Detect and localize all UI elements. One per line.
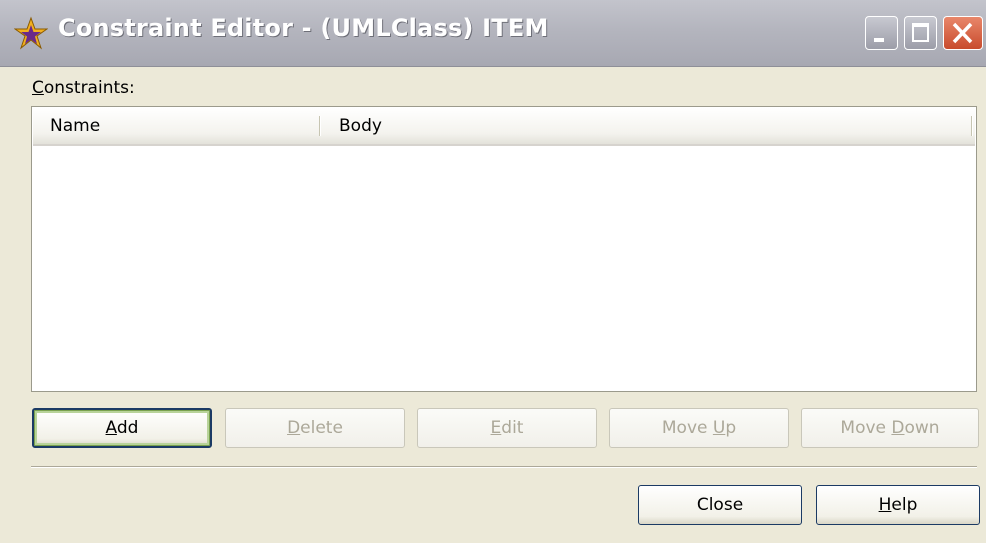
- close-button[interactable]: Close: [638, 485, 802, 525]
- column-divider[interactable]: [319, 116, 321, 136]
- move-up-button[interactable]: Move Up: [609, 408, 789, 448]
- move-up-button-text-end: p: [725, 418, 737, 438]
- move-down-button[interactable]: Move Down: [801, 408, 979, 448]
- constraints-label: Constraints:: [32, 78, 135, 98]
- help-button[interactable]: Help: [816, 485, 980, 525]
- help-button-mnemonic: H: [878, 495, 892, 515]
- minimize-button[interactable]: [865, 16, 898, 50]
- help-button-text: elp: [891, 495, 918, 515]
- column-header-name[interactable]: Name: [50, 116, 100, 136]
- edit-button-mnemonic: E: [490, 418, 502, 438]
- delete-button-text: elete: [300, 418, 343, 438]
- edit-button[interactable]: Edit: [417, 408, 597, 448]
- close-icon: [952, 22, 973, 44]
- delete-button[interactable]: Delete: [225, 408, 405, 448]
- title-bar[interactable]: Constraint Editor - (UMLClass) ITEM: [0, 0, 986, 67]
- move-up-button-text: Move: [661, 418, 713, 438]
- constraints-label-text: onstraints:: [43, 78, 135, 98]
- constraint-editor-window: Constraint Editor - (UMLClass) ITEM Cons…: [0, 0, 986, 543]
- constraints-list[interactable]: Name Body: [31, 106, 977, 392]
- minimize-icon: [874, 38, 884, 42]
- add-button-mnemonic: A: [105, 418, 117, 438]
- edit-button-text: dit: [501, 418, 524, 438]
- close-window-button[interactable]: [943, 16, 983, 50]
- move-up-button-mnemonic: U: [712, 418, 726, 438]
- add-button-text: dd: [116, 418, 139, 438]
- move-down-button-text: Move: [840, 418, 892, 438]
- delete-button-mnemonic: D: [287, 418, 301, 438]
- maximize-icon: [912, 23, 929, 42]
- move-down-button-mnemonic: D: [891, 418, 905, 438]
- window-title: Constraint Editor - (UMLClass) ITEM: [58, 14, 549, 42]
- list-header: Name Body: [33, 108, 975, 146]
- move-down-button-text-end: own: [904, 418, 940, 438]
- column-header-body[interactable]: Body: [339, 116, 382, 136]
- star-icon: [13, 16, 49, 50]
- dialog-separator: [31, 466, 977, 468]
- column-divider-end[interactable]: [971, 116, 973, 136]
- add-button[interactable]: Add: [32, 408, 212, 448]
- constraints-label-mnemonic: C: [32, 78, 44, 98]
- maximize-button[interactable]: [904, 16, 937, 50]
